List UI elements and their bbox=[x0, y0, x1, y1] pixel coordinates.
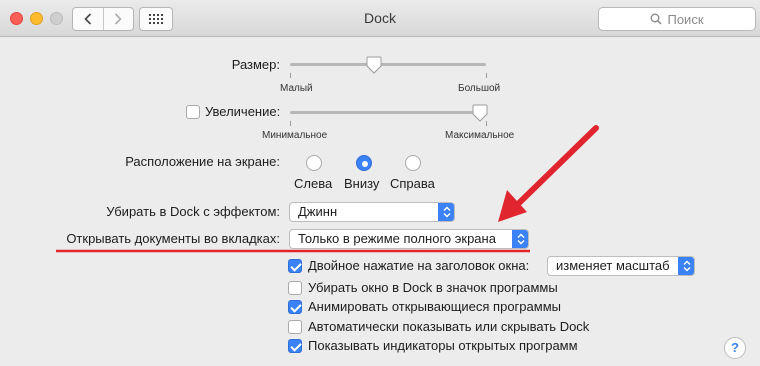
annotation-overlay bbox=[56, 125, 599, 253]
red-arrow-icon bbox=[498, 125, 599, 222]
dock-preferences-window: Dock Поиск Размер: Малый Большой Увеличе… bbox=[0, 0, 760, 366]
